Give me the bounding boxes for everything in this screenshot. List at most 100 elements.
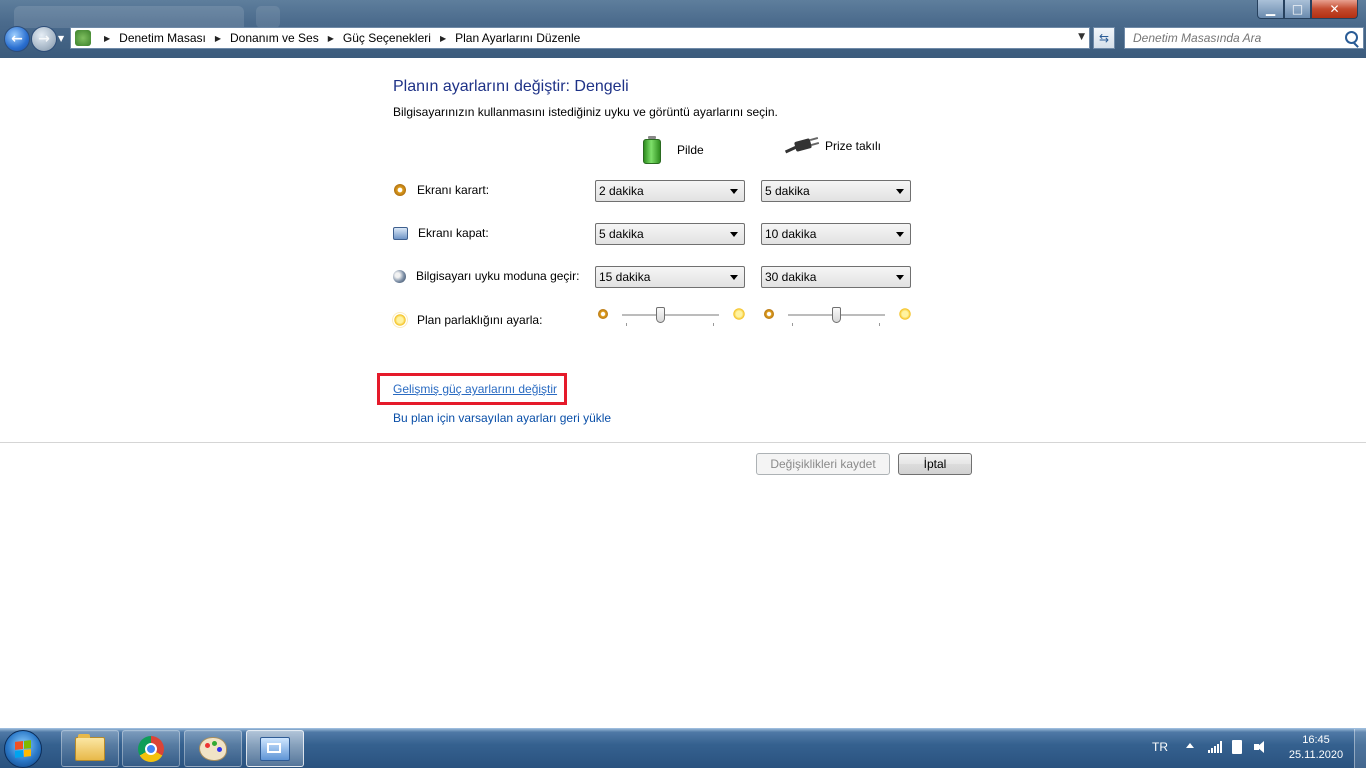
show-desktop-button[interactable]: [1354, 729, 1366, 769]
dropdown-arrow-icon: [730, 189, 738, 194]
setting-label: Bilgisayarı uyku moduna geçir:: [416, 269, 580, 283]
back-arrow-icon: ←: [11, 31, 23, 47]
clock-time: 16:45: [1302, 734, 1330, 746]
control-panel-icon: [260, 736, 290, 761]
display-off-battery-select[interactable]: 5 dakika: [595, 223, 745, 245]
window-titlebar: ▁ □ ✕ ← → ▼ ▶ Denetim Masası ▶ Donanım v…: [0, 0, 1366, 58]
background-window-tab: [14, 6, 244, 28]
display-off-icon: [393, 226, 408, 240]
breadcrumb-item-control-panel[interactable]: Denetim Masası: [119, 31, 206, 45]
forward-button[interactable]: →: [31, 26, 57, 52]
show-hidden-icons-icon[interactable]: [1186, 743, 1194, 748]
brightness-low-icon: [764, 309, 774, 319]
main-content: Planın ayarlarını değiştir: Dengeli Bilg…: [0, 58, 1366, 728]
start-button[interactable]: [4, 730, 42, 768]
brightness-high-icon: [732, 307, 746, 321]
setting-row-brightness: Plan parlaklığını ayarla:: [393, 313, 542, 327]
refresh-button[interactable]: ⇆: [1093, 27, 1115, 49]
search-input[interactable]: [1131, 30, 1340, 46]
setting-label: Ekranı karart:: [417, 183, 490, 197]
cancel-button[interactable]: İptal: [898, 453, 972, 475]
breadcrumb-separator-icon[interactable]: ▶: [440, 34, 446, 43]
paint-icon: [199, 736, 227, 761]
slider-thumb[interactable]: [832, 307, 841, 323]
taskbar-paint[interactable]: [184, 730, 242, 767]
brightness-plugged-slider[interactable]: [762, 307, 912, 331]
minimize-button[interactable]: ▁: [1257, 0, 1284, 19]
background-window-tab-small: [256, 6, 280, 28]
search-box[interactable]: [1124, 27, 1364, 49]
taskbar-chrome[interactable]: [122, 730, 180, 767]
search-icon[interactable]: [1345, 31, 1358, 44]
dropdown-arrow-icon: [896, 232, 904, 237]
page-title: Planın ayarlarını değiştir: Dengeli: [393, 78, 629, 95]
power-plug-tray-icon[interactable]: [1232, 740, 1242, 754]
breadcrumb-separator-icon[interactable]: ▶: [215, 34, 221, 43]
refresh-icon: ⇆: [1098, 31, 1110, 45]
display-off-plugged-select[interactable]: 10 dakika: [761, 223, 911, 245]
brightness-high-icon: [898, 307, 912, 321]
address-bar[interactable]: ▶ Denetim Masası ▶ Donanım ve Ses ▶ Güç …: [70, 27, 1090, 49]
select-value: 5 dakika: [765, 184, 810, 198]
taskbar-control-panel[interactable]: [246, 730, 304, 767]
brightness-icon: [393, 313, 407, 327]
maximize-button[interactable]: □: [1284, 0, 1311, 19]
page-subtitle: Bilgisayarınızın kullanmasını istediğini…: [393, 105, 778, 119]
select-value: 5 dakika: [599, 227, 644, 241]
column-label-plugged: Prize takılı: [825, 139, 882, 153]
control-panel-icon: [75, 30, 91, 46]
divider: [0, 442, 1366, 443]
dim-display-plugged-select[interactable]: 5 dakika: [761, 180, 911, 202]
column-label-battery: Pilde: [677, 143, 704, 157]
save-changes-button[interactable]: Değişiklikleri kaydet: [756, 453, 890, 475]
setting-row-dim-display: Ekranı karart:: [393, 183, 489, 197]
sleep-icon: [393, 269, 406, 283]
back-button[interactable]: ←: [4, 26, 30, 52]
dim-display-battery-select[interactable]: 2 dakika: [595, 180, 745, 202]
dropdown-arrow-icon: [896, 275, 904, 280]
taskbar-file-explorer[interactable]: [61, 730, 119, 767]
sleep-battery-select[interactable]: 15 dakika: [595, 266, 745, 288]
breadcrumb-item-power-options[interactable]: Güç Seçenekleri: [343, 31, 431, 45]
chrome-icon: [138, 735, 164, 762]
dropdown-arrow-icon: [730, 232, 738, 237]
breadcrumb-separator-icon[interactable]: ▶: [328, 34, 334, 43]
slider-thumb[interactable]: [656, 307, 666, 323]
forward-arrow-icon: →: [38, 31, 50, 47]
setting-row-display-off: Ekranı kapat:: [393, 226, 489, 240]
column-header-battery: Pilde: [643, 136, 704, 164]
slider-track[interactable]: [622, 314, 719, 317]
select-value: 2 dakika: [599, 184, 644, 198]
language-indicator[interactable]: TR: [1152, 740, 1168, 754]
column-header-plugged: Prize takılı: [784, 136, 882, 156]
breadcrumb-separator-icon[interactable]: ▶: [104, 34, 110, 43]
clock[interactable]: 16:45 25.11.2020: [1284, 733, 1348, 763]
brightness-battery-slider[interactable]: [596, 307, 746, 331]
taskbar: TR 16:45 25.11.2020: [0, 728, 1366, 769]
network-signal-icon[interactable]: [1208, 741, 1222, 753]
dim-display-icon: [394, 184, 406, 196]
breadcrumb: ▶ Denetim Masası ▶ Donanım ve Ses ▶ Güç …: [95, 31, 580, 45]
select-value: 30 dakika: [765, 270, 817, 284]
dropdown-arrow-icon: [730, 275, 738, 280]
recent-pages-dropdown[interactable]: ▼: [58, 34, 64, 43]
file-explorer-icon: [75, 733, 105, 761]
setting-label: Plan parlaklığını ayarla:: [417, 313, 543, 327]
restore-defaults-link[interactable]: Bu plan için varsayılan ayarları geri yü…: [393, 411, 611, 425]
sleep-plugged-select[interactable]: 30 dakika: [761, 266, 911, 288]
volume-icon[interactable]: [1254, 741, 1268, 753]
select-value: 15 dakika: [599, 270, 651, 284]
select-value: 10 dakika: [765, 227, 817, 241]
close-button[interactable]: ✕: [1311, 0, 1358, 19]
clock-date: 25.11.2020: [1288, 749, 1344, 761]
advanced-power-settings-link[interactable]: Gelişmiş güç ayarlarını değiştir: [393, 382, 557, 396]
windows-logo-icon: [15, 740, 31, 758]
power-plug-icon: [784, 136, 820, 156]
battery-icon: [643, 136, 661, 164]
window-controls: ▁ □ ✕: [1257, 0, 1358, 19]
setting-row-sleep: Bilgisayarı uyku moduna geçir:: [393, 269, 579, 283]
breadcrumb-item-edit-plan[interactable]: Plan Ayarlarını Düzenle: [455, 31, 580, 45]
brightness-low-icon: [598, 309, 608, 319]
address-dropdown-icon[interactable]: ▼: [1078, 32, 1085, 42]
breadcrumb-item-hardware-sound[interactable]: Donanım ve Ses: [230, 31, 319, 45]
